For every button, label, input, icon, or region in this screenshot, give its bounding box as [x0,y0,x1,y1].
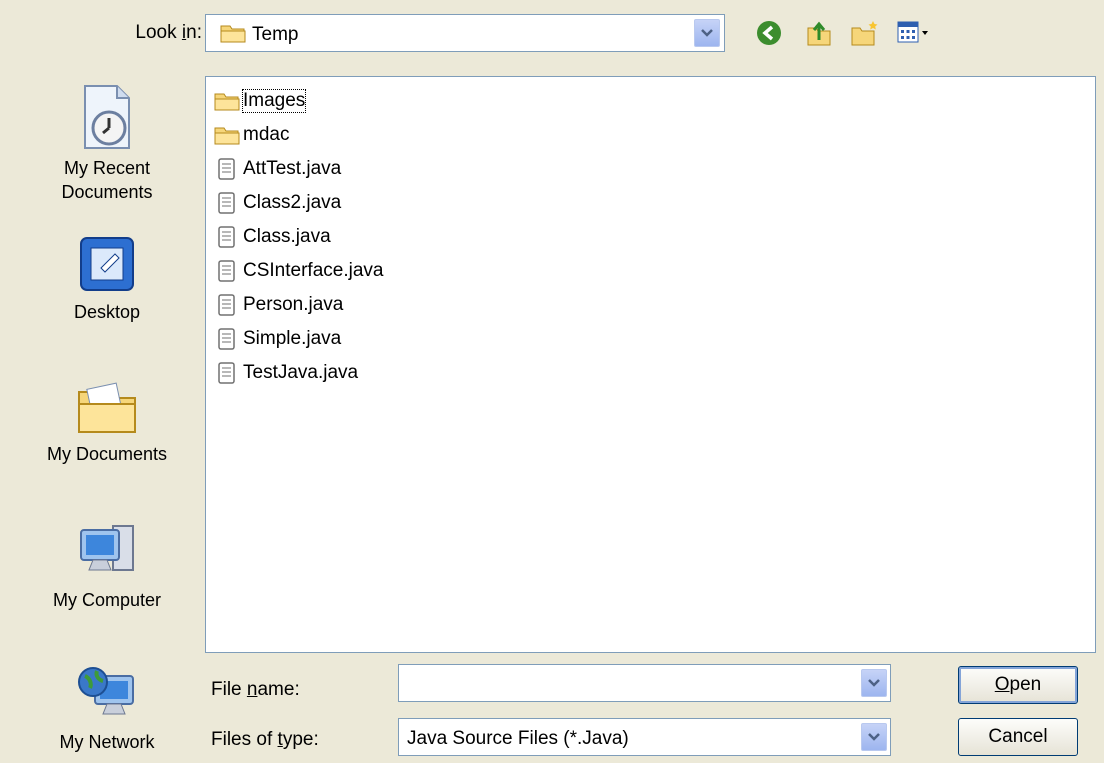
folder-icon [220,25,246,43]
text-file-icon [218,226,235,248]
view-menu-icon[interactable] [895,18,931,48]
chevron-down-icon [868,733,880,741]
look-in-dropdown-button[interactable] [694,19,720,47]
file-list[interactable]: Images mdac AttTest.java Class2.java Cla… [205,76,1096,653]
recent-documents-icon [84,85,130,149]
text-file-icon [218,260,235,282]
place-desktop[interactable]: Desktop [17,232,197,324]
place-label: My Network [59,732,155,752]
chevron-down-icon [868,679,880,687]
look-in-value: Temp [252,24,299,45]
file-name-dropdown-button[interactable] [861,669,887,697]
file-name: TestJava.java [243,362,359,383]
my-network-icon [78,667,134,715]
my-computer-icon [80,525,134,571]
text-file-icon [218,158,235,180]
file-name: CSInterface.java [243,260,384,281]
places-bar: My Recent Documents Desktop My Documents… [17,74,197,760]
folder-icon [214,93,240,111]
list-item[interactable]: TestJava.java [214,357,358,389]
list-item[interactable]: Images [214,85,307,117]
list-item[interactable]: Simple.java [214,323,341,355]
cancel-button[interactable]: Cancel [958,718,1078,756]
file-type-label: Files of type: [211,729,319,750]
place-label: Desktop [73,302,141,322]
file-name-label: File name: [211,679,300,700]
file-name: mdac [243,124,290,145]
file-name: Person.java [243,294,344,315]
list-item[interactable]: mdac [214,119,289,151]
text-file-icon [218,192,235,214]
file-name-input[interactable] [398,664,891,702]
place-label: My Recent Documents [61,158,153,202]
file-name: Class2.java [243,192,342,213]
open-button[interactable]: Open [958,666,1078,704]
desktop-icon [80,237,134,291]
list-item[interactable]: CSInterface.java [214,255,383,287]
file-type-select[interactable]: Java Source Files (*.Java) [398,718,891,756]
place-label: My Computer [52,590,162,610]
up-folder-icon[interactable] [804,18,834,48]
file-name: Simple.java [243,328,342,349]
place-my-documents[interactable]: My Documents [17,374,197,466]
chevron-down-icon [701,29,713,37]
place-my-computer[interactable]: My Computer [17,520,197,612]
my-documents-icon [78,382,136,433]
file-name: Class.java [243,226,331,247]
file-type-dropdown-button[interactable] [861,723,887,751]
list-item[interactable]: AttTest.java [214,153,341,185]
file-type-value: Java Source Files (*.Java) [407,728,629,749]
list-item[interactable]: Class2.java [214,187,341,219]
text-file-icon [218,362,235,384]
text-file-icon [218,328,235,350]
new-folder-icon[interactable] [849,18,881,48]
place-my-recent-documents[interactable]: My Recent Documents [17,82,197,204]
list-item[interactable]: Class.java [214,221,331,253]
look-in-label: Look in: [135,22,202,43]
place-my-network[interactable]: My Network [17,662,197,754]
list-item[interactable]: Person.java [214,289,343,321]
folder-icon [214,127,240,145]
text-file-icon [218,294,235,316]
file-name: AttTest.java [243,158,342,179]
back-icon[interactable] [754,18,784,48]
place-label: My Documents [46,444,168,464]
file-name: Images [241,89,307,113]
look-in-combo[interactable]: Temp [205,14,725,52]
